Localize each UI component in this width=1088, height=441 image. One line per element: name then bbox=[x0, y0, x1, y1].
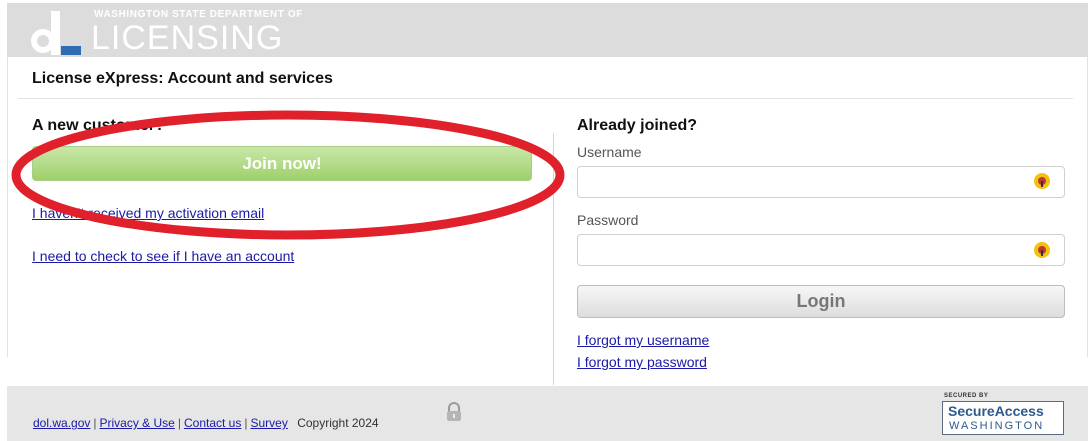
secureaccess-badge[interactable]: SECURED BY SecureAccess WASHINGTON bbox=[942, 393, 1066, 437]
annotation-ellipse bbox=[11, 110, 565, 240]
footer bbox=[7, 386, 1088, 441]
dol-logo-icon[interactable] bbox=[27, 11, 81, 55]
footer-separator: | bbox=[177, 416, 181, 430]
password-input[interactable] bbox=[577, 234, 1065, 266]
footer-link-dol[interactable]: dol.wa.gov bbox=[33, 416, 90, 430]
forgot-username-link[interactable]: I forgot my username bbox=[577, 332, 709, 348]
agency-name-word: LICENSING bbox=[91, 19, 284, 57]
secured-by-label: SECURED BY bbox=[944, 393, 989, 399]
secureaccess-subtitle: WASHINGTON bbox=[949, 420, 1045, 432]
footer-separator: | bbox=[93, 416, 97, 430]
site-header: WASHINGTON STATE DEPARTMENT OF LICENSING bbox=[7, 3, 1088, 57]
login-button[interactable]: Login bbox=[577, 285, 1065, 318]
footer-link-privacy[interactable]: Privacy & Use bbox=[100, 416, 175, 430]
password-manager-key-icon[interactable] bbox=[1033, 241, 1051, 259]
secureaccess-logo: SecureAccess WASHINGTON bbox=[942, 401, 1064, 435]
username-input[interactable] bbox=[577, 166, 1065, 198]
lock-icon bbox=[447, 402, 461, 421]
title-divider bbox=[18, 98, 1073, 99]
secureaccess-title: SecureAccess bbox=[948, 403, 1044, 419]
copyright-text: Copyright 2024 bbox=[297, 416, 379, 430]
forgot-password-link[interactable]: I forgot my password bbox=[577, 354, 707, 370]
already-joined-heading: Already joined? bbox=[577, 117, 698, 134]
footer-link-survey[interactable]: Survey bbox=[250, 416, 287, 430]
footer-links: dol.wa.gov | Privacy & Use | Contact us | Surv… bbox=[33, 416, 379, 430]
check-account-link[interactable]: I need to check to see if I have an acco… bbox=[32, 248, 294, 264]
footer-link-contact[interactable]: Contact us bbox=[184, 416, 241, 430]
password-label: Password bbox=[577, 212, 639, 228]
footer-separator: | bbox=[244, 416, 248, 430]
password-manager-key-icon[interactable] bbox=[1033, 172, 1051, 190]
page-title: License eXpress: Account and services bbox=[32, 70, 333, 87]
username-label: Username bbox=[577, 144, 642, 160]
